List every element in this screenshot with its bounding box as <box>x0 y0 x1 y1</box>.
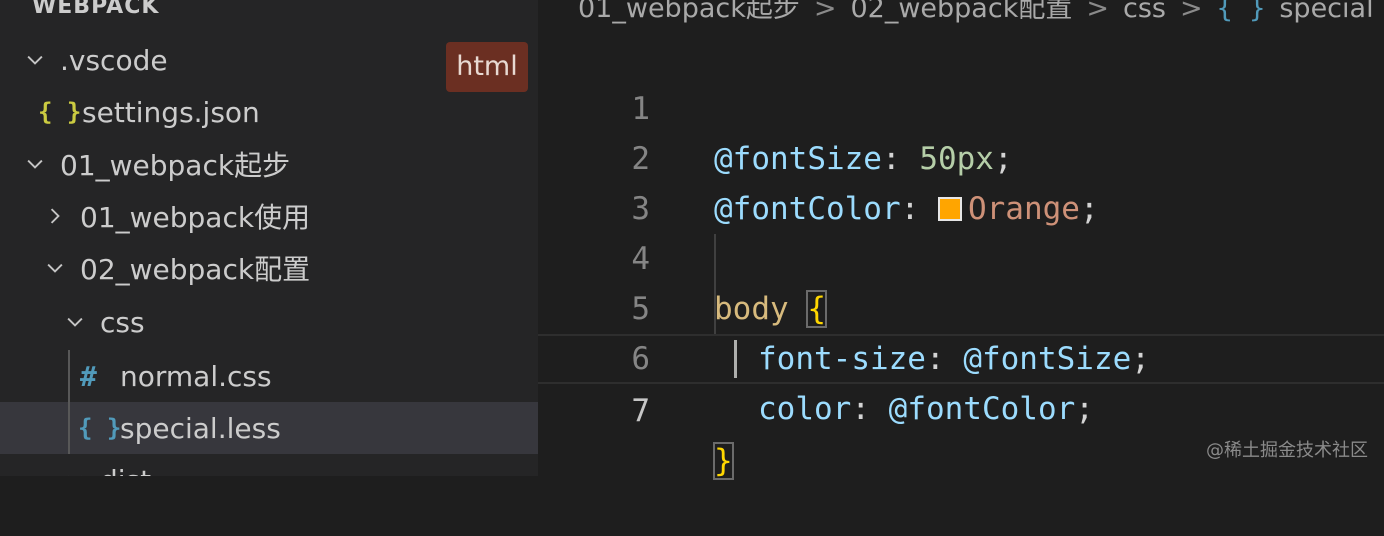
tree-item-label: 01_webpack起步 <box>60 149 291 182</box>
breadcrumb-item[interactable]: 02_webpack配置 <box>850 0 1072 26</box>
breadcrumb-item[interactable]: 01_webpack起步 <box>578 0 800 26</box>
line-number: 7 <box>631 393 650 429</box>
tree-folder-dist[interactable]: dist <box>0 454 538 476</box>
code-content: color: @fontColor; <box>758 384 1094 434</box>
token-variable: @fontColor <box>888 391 1076 427</box>
code-line: 2 @fontColor: Orange; <box>538 84 1384 227</box>
breadcrumb-separator: > <box>1086 0 1109 24</box>
json-file-icon: { } <box>38 98 82 126</box>
watermark: @稀土掘金技术社区 <box>1206 440 1368 461</box>
chevron-down-icon <box>20 49 50 71</box>
less-file-icon: { } <box>1216 0 1266 24</box>
chevron-right-icon <box>40 205 70 227</box>
tree-file-settings-json[interactable]: { } settings.json <box>0 86 538 138</box>
tree-indent-guide <box>68 350 70 454</box>
tree-item-label: settings.json <box>82 95 260 129</box>
less-file-icon: { } <box>78 414 122 442</box>
tree-item-label: .vscode <box>60 43 168 77</box>
indent-guide <box>714 234 716 334</box>
tree-item-label: special.less <box>120 411 281 445</box>
tree-folder-01-webpack-start[interactable]: 01_webpack起步 <box>0 138 538 190</box>
tree-item-label: css <box>100 305 145 339</box>
tree-folder-01-webpack-use[interactable]: 01_webpack使用 <box>0 190 538 242</box>
token-property: color <box>758 391 852 427</box>
breadcrumb-separator: > <box>1179 0 1203 24</box>
tree-item-label: 02_webpack配置 <box>80 253 311 286</box>
explorer-section-title[interactable]: WEBPACK <box>32 0 159 22</box>
html-tooltip-badge: html <box>446 42 528 92</box>
code-line: 1 @fontSize: 50px; <box>538 34 1384 177</box>
code-line: 4 body { <box>538 184 1384 328</box>
chevron-down-icon <box>60 469 90 476</box>
breadcrumb-separator: > <box>813 0 837 24</box>
chevron-down-icon <box>40 257 70 279</box>
breadcrumb: 01_webpack起步 > 02_webpack配置 > css > { } … <box>578 0 1374 26</box>
token-punctuation: : <box>851 391 889 427</box>
tree-file-normal-css[interactable]: # normal.css <box>0 350 538 402</box>
tree-item-label: 01_webpack使用 <box>80 201 311 234</box>
code-editor[interactable]: 1 @fontSize: 50px; 2 @fontColor: Orange;… <box>538 34 1384 480</box>
code-line: 6 color: @fontColor; <box>538 284 1384 427</box>
chevron-down-icon <box>20 153 50 175</box>
tree-item-label: normal.css <box>120 359 272 393</box>
code-line: 3 <box>538 134 1384 227</box>
code-line-current: 7 } <box>538 334 1384 480</box>
tree-file-special-less[interactable]: { } special.less <box>0 402 538 454</box>
breadcrumb-item[interactable]: special <box>1279 0 1373 26</box>
tree-item-label: dist <box>100 464 151 477</box>
tree-folder-css[interactable]: css <box>0 296 538 348</box>
code-line: 5 font-size: @fontSize; <box>538 234 1384 377</box>
chevron-down-icon <box>60 311 90 333</box>
text-cursor <box>734 340 737 378</box>
tree-folder-02-webpack-config[interactable]: 02_webpack配置 <box>0 242 538 294</box>
css-file-icon: # <box>80 359 97 393</box>
token-punctuation: ; <box>1075 391 1094 427</box>
breadcrumb-item[interactable]: css <box>1123 0 1166 26</box>
code-content: } <box>713 436 734 486</box>
token-brace-close: } <box>713 442 734 480</box>
